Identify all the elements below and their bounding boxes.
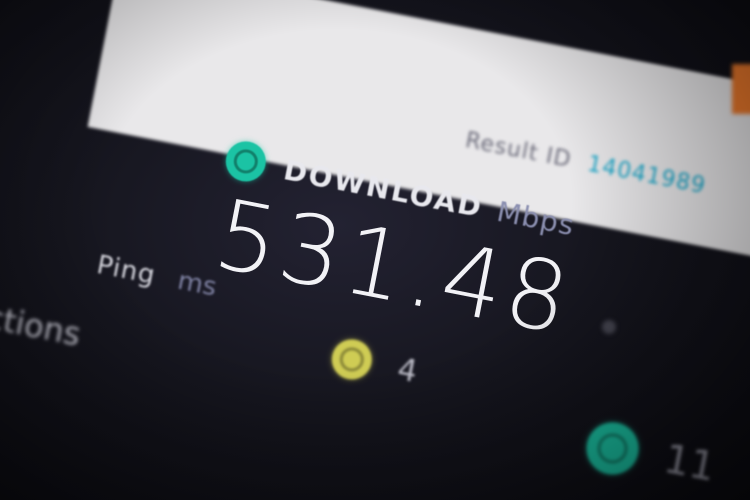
ping-unit: ms	[175, 265, 220, 303]
connections-label: ctions	[0, 298, 84, 354]
upload-value: 11	[660, 436, 720, 491]
ping-label: Ping	[94, 250, 159, 291]
speedtest-screen-photo: Result ID 14041989 DOWNLOAD Mbps 531.48 …	[0, 0, 750, 500]
status-dot	[602, 320, 616, 334]
orange-tab	[732, 64, 750, 114]
upload-row: 11	[582, 418, 720, 494]
upload-arrow-icon	[582, 418, 644, 479]
servers-count: 4	[394, 351, 421, 390]
servers-icon	[328, 336, 376, 383]
ping-row: Ping ms	[94, 250, 219, 303]
servers-row: 4	[328, 336, 420, 392]
